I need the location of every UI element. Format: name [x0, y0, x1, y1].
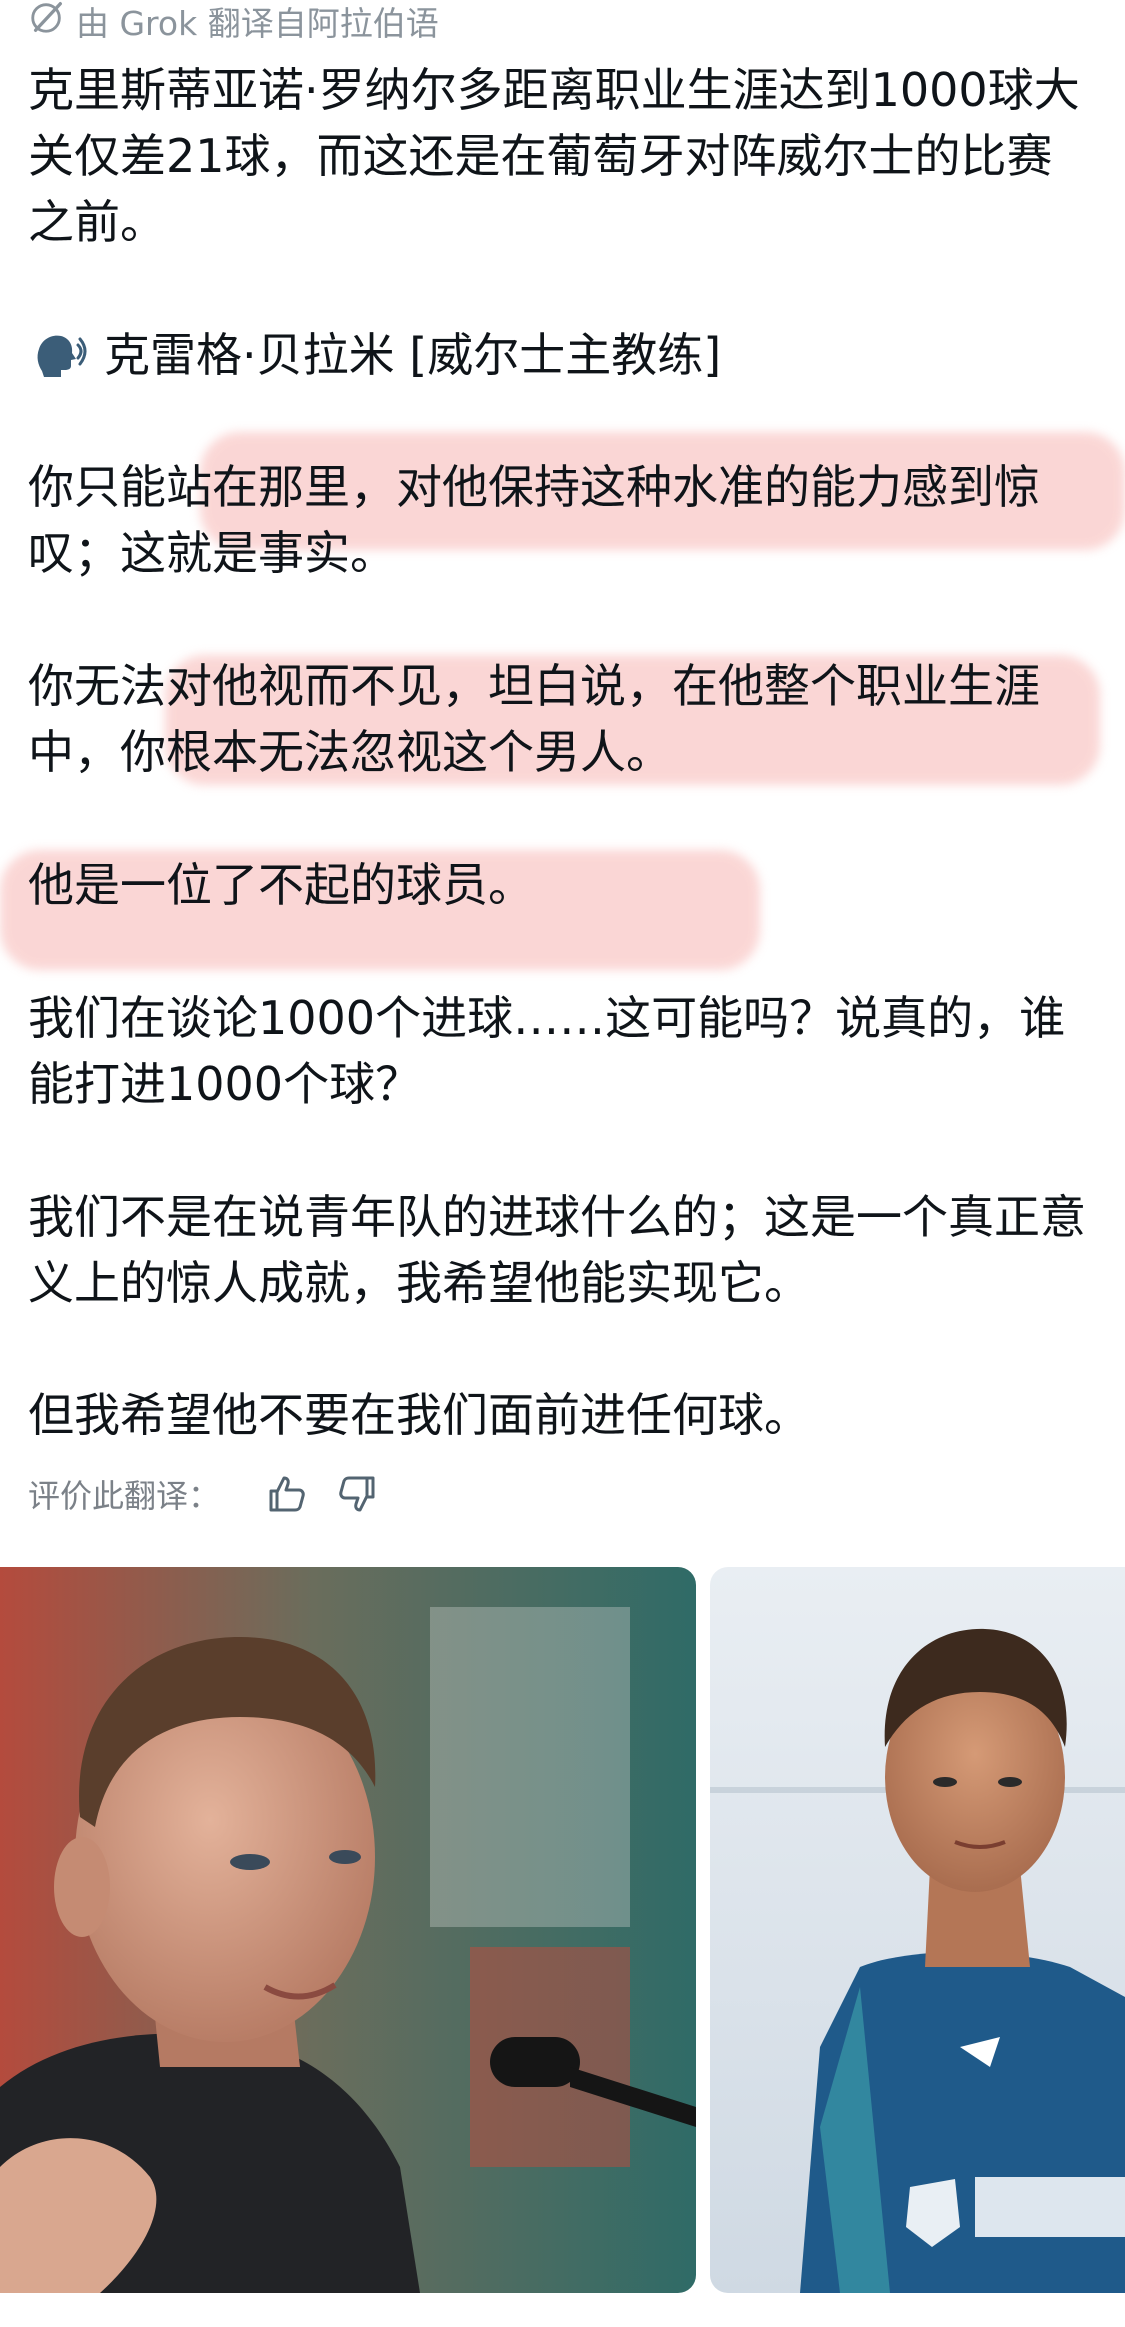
- translate-icon: [28, 0, 66, 44]
- quote-paragraph: 他是一位了不起的球员。: [28, 858, 534, 912]
- thumbs-down-icon[interactable]: [330, 1467, 384, 1521]
- translated-by-label: 由 Grok 翻译自阿拉伯语: [76, 4, 439, 43]
- speaker-line: 克雷格·贝拉米 [威尔士主教练]: [28, 322, 1098, 388]
- thumbs-up-icon[interactable]: [260, 1467, 314, 1521]
- rate-translation: 评价此翻译：: [28, 1466, 384, 1522]
- rate-translation-label: 评价此翻译：: [28, 1477, 221, 1515]
- translation-source: 由 Grok 翻译自阿拉伯语: [28, 0, 439, 44]
- post-intro: 克里斯蒂亚诺·罗纳尔多距离职业生涯达到1000球大关仅差21球，而这还是在葡萄牙…: [28, 63, 1080, 249]
- post-image-player[interactable]: [710, 1567, 1125, 2293]
- speaking-head-icon: [28, 325, 88, 385]
- quote-paragraph: 但我希望他不要在我们面前进任何球。: [28, 1388, 810, 1442]
- quote-paragraph: 我们在谈论1000个进球……这可能吗？说真的，谁能打进1000个球？: [28, 991, 1066, 1111]
- quote-paragraph: 我们不是在说青年队的进球什么的；这是一个真正意义上的惊人成就，我希望他能实现它。: [28, 1190, 1086, 1310]
- post-image-coach[interactable]: [0, 1567, 696, 2293]
- quote-paragraph: 你只能站在那里，对他保持这种水准的能力感到惊叹；这就是事实。: [28, 460, 1040, 580]
- quote-paragraph: 你无法对他视而不见，坦白说，在他整个职业生涯中，你根本无法忽视这个男人。: [28, 659, 1040, 779]
- speaker-name: 克雷格·贝拉米 [威尔士主教练]: [104, 328, 722, 382]
